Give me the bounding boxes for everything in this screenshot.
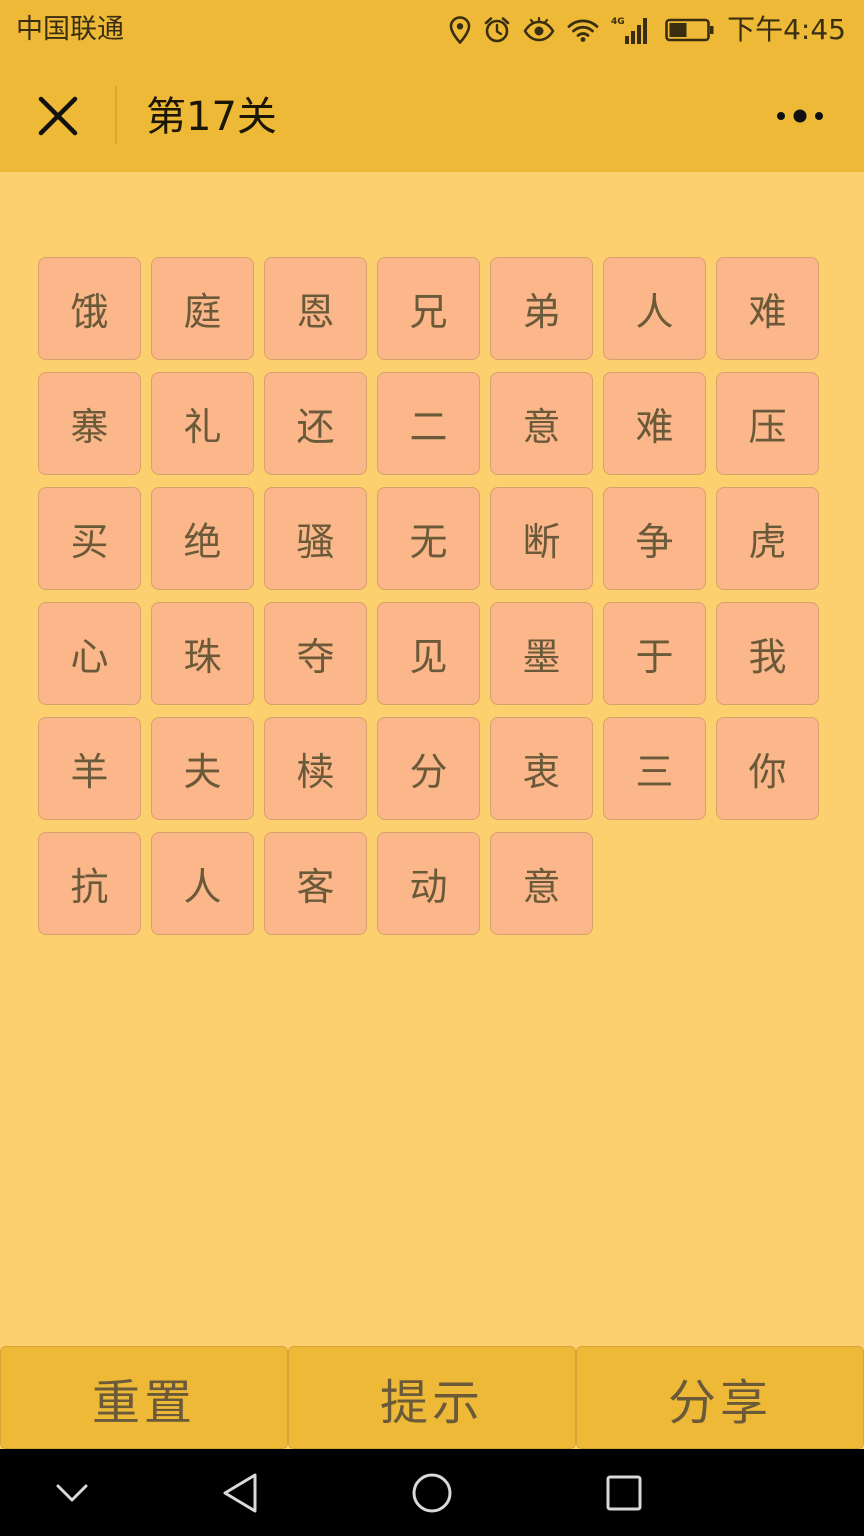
- status-bar: 中国联通 4G 下午4:45: [0, 0, 864, 62]
- character-tile[interactable]: 动: [377, 832, 480, 935]
- character-grid: 饿庭恩兄弟人难寨礼还二意难压买绝骚无断争虎心珠夺见墨于我羊夫椟分衷三你抗人客动意: [38, 257, 828, 935]
- character-tile[interactable]: 买: [38, 487, 141, 590]
- chevron-down-icon: [56, 1484, 88, 1502]
- page-title: 第17关: [146, 94, 277, 140]
- network-type-label: 4G: [611, 17, 625, 27]
- character-tile[interactable]: 见: [377, 602, 480, 705]
- character-tile[interactable]: 骚: [264, 487, 367, 590]
- signal-4g-icon: 4G: [611, 17, 648, 44]
- character-tile[interactable]: 二: [377, 372, 480, 475]
- character-tile[interactable]: 夺: [264, 602, 367, 705]
- more-dots-icon: [777, 109, 823, 123]
- character-tile[interactable]: 难: [603, 372, 706, 475]
- character-tile[interactable]: 还: [264, 372, 367, 475]
- system-navigation-bar: [0, 1449, 864, 1536]
- close-button[interactable]: [20, 78, 96, 154]
- character-tile[interactable]: 分: [377, 717, 480, 820]
- character-tile[interactable]: 夫: [151, 717, 254, 820]
- back-button[interactable]: [214, 1467, 266, 1519]
- character-tile[interactable]: 弟: [490, 257, 593, 360]
- character-tile[interactable]: 衷: [490, 717, 593, 820]
- location-icon: [449, 16, 471, 44]
- character-tile[interactable]: 于: [603, 602, 706, 705]
- character-tile[interactable]: 寨: [38, 372, 141, 475]
- character-tile[interactable]: 庭: [151, 257, 254, 360]
- more-button[interactable]: [760, 88, 840, 144]
- character-tile[interactable]: 墨: [490, 602, 593, 705]
- bottom-action-bar: 重置 提示 分享: [0, 1346, 864, 1449]
- character-tile[interactable]: 客: [264, 832, 367, 935]
- character-tile[interactable]: 你: [716, 717, 819, 820]
- nav-bar: 第17关: [0, 62, 864, 172]
- character-tile[interactable]: 绝: [151, 487, 254, 590]
- character-tile[interactable]: 人: [603, 257, 706, 360]
- character-tile[interactable]: 难: [716, 257, 819, 360]
- collapse-button[interactable]: [46, 1467, 98, 1519]
- character-tile[interactable]: 意: [490, 832, 593, 935]
- character-tile[interactable]: 虎: [716, 487, 819, 590]
- home-circle-icon: [412, 1473, 452, 1513]
- carrier-label: 中国联通: [16, 14, 124, 45]
- recents-square-icon: [606, 1475, 642, 1511]
- status-time: 下午4:45: [727, 13, 846, 46]
- status-icons: 4G 下午4:45: [449, 12, 846, 48]
- character-tile[interactable]: 意: [490, 372, 593, 475]
- battery-icon: [665, 18, 714, 42]
- character-tile[interactable]: 抗: [38, 832, 141, 935]
- share-button[interactable]: 分享: [576, 1346, 864, 1449]
- character-tile[interactable]: 珠: [151, 602, 254, 705]
- character-tile[interactable]: 椟: [264, 717, 367, 820]
- eye-icon: [523, 17, 555, 42]
- character-tile[interactable]: 恩: [264, 257, 367, 360]
- home-button[interactable]: [406, 1467, 458, 1519]
- character-tile[interactable]: 无: [377, 487, 480, 590]
- back-triangle-icon: [223, 1473, 257, 1513]
- character-tile[interactable]: 人: [151, 832, 254, 935]
- character-tile[interactable]: 羊: [38, 717, 141, 820]
- wifi-icon: [567, 19, 599, 42]
- character-tile[interactable]: 我: [716, 602, 819, 705]
- recents-button[interactable]: [598, 1467, 650, 1519]
- character-tile[interactable]: 饿: [38, 257, 141, 360]
- alarm-icon: [484, 17, 510, 43]
- character-tile[interactable]: 三: [603, 717, 706, 820]
- close-icon: [38, 96, 78, 136]
- character-tile[interactable]: 礼: [151, 372, 254, 475]
- character-tile[interactable]: 兄: [377, 257, 480, 360]
- character-tile[interactable]: 压: [716, 372, 819, 475]
- hint-button[interactable]: 提示: [288, 1346, 576, 1449]
- nav-divider: [115, 86, 117, 144]
- character-tile[interactable]: 争: [603, 487, 706, 590]
- character-tile[interactable]: 心: [38, 602, 141, 705]
- reset-button[interactable]: 重置: [0, 1346, 288, 1449]
- character-tile[interactable]: 断: [490, 487, 593, 590]
